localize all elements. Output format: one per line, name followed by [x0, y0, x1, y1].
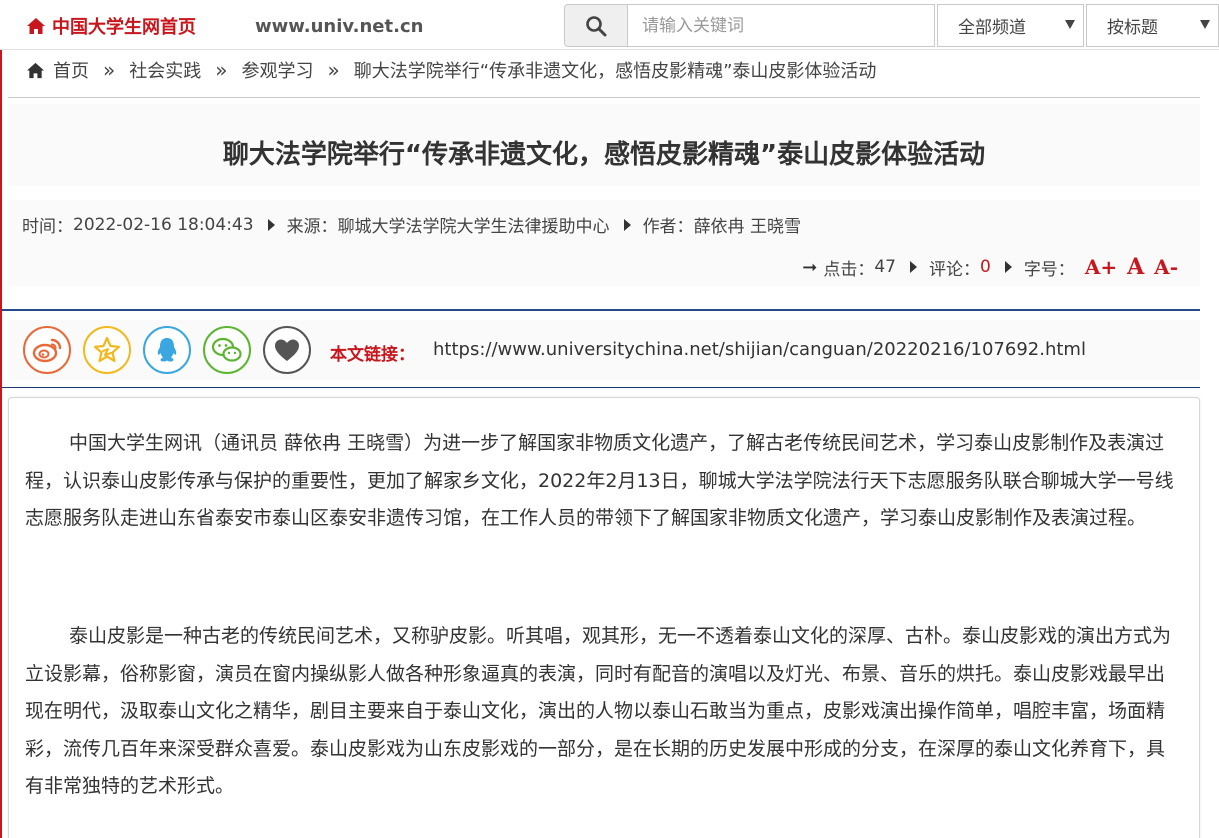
chevron-down-icon	[1065, 20, 1075, 29]
time-label: 时间：	[22, 217, 73, 237]
source-label: 来源：	[286, 217, 338, 237]
publish-time: 2022-02-16 18:04:43	[73, 214, 254, 235]
star-icon	[93, 336, 121, 363]
channel-select[interactable]: 全部频道	[937, 4, 1084, 47]
breadcrumb-current: 聊大法学院举行“传承非遗文化，感悟皮影精魂”泰山皮影体验活动	[353, 61, 877, 82]
article-body: 中国大学生网讯（通讯员 薛依冉 王晓雪）为进一步了解国家非物质文化遗产，了解古老…	[8, 397, 1200, 838]
font-larger-button[interactable]: A+	[1085, 255, 1117, 279]
article-paragraph: 中国大学生网讯（通讯员 薛依冉 王晓雪）为进一步了解国家非物质文化遗产，了解古老…	[25, 432, 1174, 529]
weibo-icon	[32, 338, 62, 363]
home-icon	[26, 62, 45, 78]
font-smaller-button[interactable]: A-	[1154, 255, 1178, 279]
search-icon	[586, 15, 607, 36]
site-home-label: 中国大学生网首页	[52, 17, 196, 38]
search-field-select[interactable]: 按标题	[1086, 4, 1219, 47]
breadcrumb-visit-study[interactable]: 参观学习	[242, 57, 314, 83]
article-link-label: 本文链接：	[330, 345, 415, 365]
breadcrumb-divider	[8, 97, 1200, 98]
left-accent-rule	[0, 50, 2, 838]
share-qq-button[interactable]	[143, 326, 191, 374]
triangle-right-icon	[909, 261, 917, 273]
source-value: 聊城大学法学院大学生法律援助中心	[337, 217, 610, 237]
font-size-label: 字号：	[1023, 259, 1075, 280]
site-home-link[interactable]: 中国大学生网首页	[26, 14, 196, 38]
heart-icon	[275, 339, 299, 361]
share-top-rule	[2, 309, 1200, 311]
clicks-count: 47	[874, 257, 896, 277]
share-bottom-rule	[2, 387, 1200, 388]
meta-info-line: 时间： 2022-02-16 18:04:43 来源： 聊城大学法学院大学生法律…	[22, 212, 801, 238]
page-title: 聊大法学院举行“传承非遗文化，感悟皮影精魂”泰山皮影体验活动	[222, 140, 986, 170]
article-meta: 时间： 2022-02-16 18:04:43 来源： 聊城大学法学院大学生法律…	[8, 200, 1200, 286]
search-input[interactable]	[628, 4, 935, 47]
author-value: 薛依冉 王晓雪	[693, 217, 801, 237]
article-link-url[interactable]: https://www.universitychina.net/shijian/…	[433, 339, 1086, 360]
share-favorite-button[interactable]	[83, 326, 131, 374]
arrow-right-icon: ➞	[802, 256, 818, 278]
font-normal-button[interactable]: A	[1127, 254, 1144, 280]
breadcrumb-social-practice[interactable]: 社会实践	[129, 57, 201, 83]
meta-stats-line: ➞ 点击： 47 评论： 0 字号： A+ A A-	[802, 254, 1178, 280]
share-wechat-button[interactable]	[203, 326, 251, 374]
author-label: 作者：	[642, 217, 694, 237]
chevron-down-icon	[1200, 20, 1210, 29]
share-like-button[interactable]	[263, 326, 311, 374]
triangle-right-icon	[1004, 261, 1012, 273]
article-paragraph: 泰山皮影是一种古老的传统民间艺术，又称驴皮影。听其唱，观其形，无一不透着泰山文化…	[25, 625, 1172, 797]
breadcrumb: 首页 » 社会实践 » 参观学习 » 聊大法学院举行“传承非遗文化，感悟皮影精魂…	[26, 56, 876, 84]
comments-count[interactable]: 0	[980, 257, 991, 277]
breadcrumb-separator: »	[327, 58, 340, 82]
comments-label: 评论：	[928, 259, 980, 280]
channel-select-value: 全部频道	[958, 18, 1026, 38]
search-field-value: 按标题	[1107, 18, 1158, 38]
triangle-right-icon	[267, 218, 275, 231]
qq-icon	[157, 338, 177, 362]
top-header: 中国大学生网首页 www.univ.net.cn 全部频道 按标题	[0, 0, 1219, 50]
share-weibo-button[interactable]	[23, 326, 71, 374]
wechat-icon	[211, 337, 242, 362]
site-domain: www.univ.net.cn	[255, 16, 424, 37]
home-icon	[27, 18, 45, 34]
breadcrumb-home[interactable]: 首页	[53, 57, 89, 83]
search-button[interactable]	[564, 4, 628, 47]
title-section: 聊大法学院举行“传承非遗文化，感悟皮影精魂”泰山皮影体验活动	[8, 104, 1200, 186]
triangle-right-icon	[623, 218, 631, 231]
breadcrumb-separator: »	[215, 58, 228, 82]
clicks-label: 点击：	[823, 259, 875, 280]
breadcrumb-separator: »	[103, 58, 116, 82]
